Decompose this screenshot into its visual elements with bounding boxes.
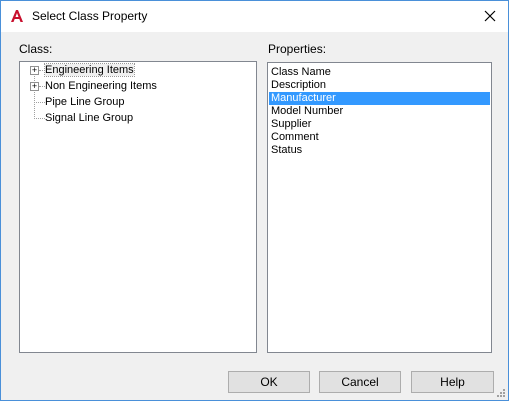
resize-grip-icon[interactable] [495,387,506,398]
tree-item-signal-line-group[interactable]: Signal Line Group [45,111,133,126]
expand-icon[interactable]: + [30,82,39,91]
properties-list[interactable]: Class Name Description Manufacturer Mode… [267,62,492,353]
list-item[interactable]: Comment [269,131,490,144]
list-item-selected[interactable]: Manufacturer [269,92,490,105]
tree-item-engineering-items[interactable]: Engineering Items [44,63,135,78]
list-item[interactable]: Model Number [269,105,490,118]
close-button[interactable] [478,5,502,27]
tree-connector [34,72,35,117]
cancel-button[interactable]: Cancel [319,371,401,393]
class-tree[interactable]: + Engineering Items + Non Engineering It… [19,61,257,353]
class-label: Class: [19,42,53,56]
help-button[interactable]: Help [411,371,494,393]
tree-item-label: Non Engineering Items [45,80,157,92]
title-bar[interactable]: Select Class Property [1,1,508,32]
select-class-property-dialog: Select Class Property Class: + Engineeri… [0,0,509,401]
tree-item-label: Signal Line Group [45,112,134,124]
tree-connector [34,118,45,119]
tree-item-label: Pipe Line Group [45,96,125,108]
list-item[interactable]: Description [269,79,490,92]
expand-icon[interactable]: + [30,66,39,75]
tree-connector [34,102,45,103]
tree-item-pipe-line-group[interactable]: Pipe Line Group [45,95,125,110]
window-title: Select Class Property [32,9,148,23]
list-item[interactable]: Class Name [269,66,490,79]
list-item[interactable]: Status [269,144,490,157]
autocad-a-icon [11,10,23,22]
list-item[interactable]: Supplier [269,118,490,131]
properties-label: Properties: [268,42,327,56]
close-icon [484,10,496,22]
ok-button[interactable]: OK [228,371,310,393]
tree-item-label: Engineering Items [44,63,135,77]
tree-item-non-engineering-items[interactable]: Non Engineering Items [45,79,157,94]
